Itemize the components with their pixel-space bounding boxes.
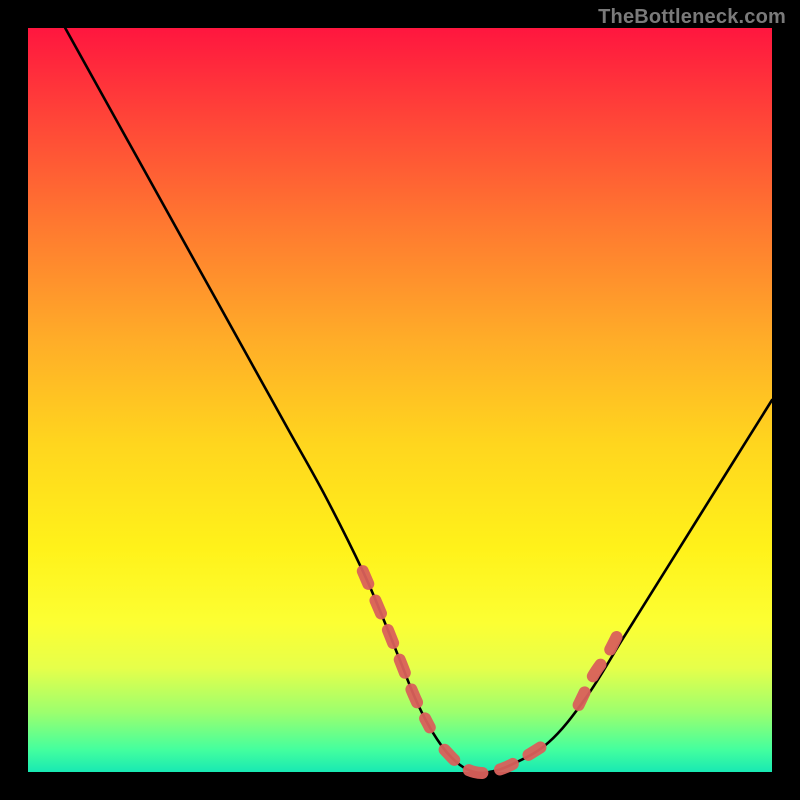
bottleneck-curve bbox=[65, 28, 772, 773]
watermark-text: TheBottleneck.com bbox=[598, 6, 786, 29]
curve-layer bbox=[28, 28, 772, 772]
highlight-segment-2 bbox=[579, 623, 624, 705]
plot-area bbox=[28, 28, 772, 772]
highlight-segment-1 bbox=[445, 742, 549, 773]
highlight-segments bbox=[363, 571, 623, 773]
chart-frame: TheBottleneck.com bbox=[0, 0, 800, 800]
